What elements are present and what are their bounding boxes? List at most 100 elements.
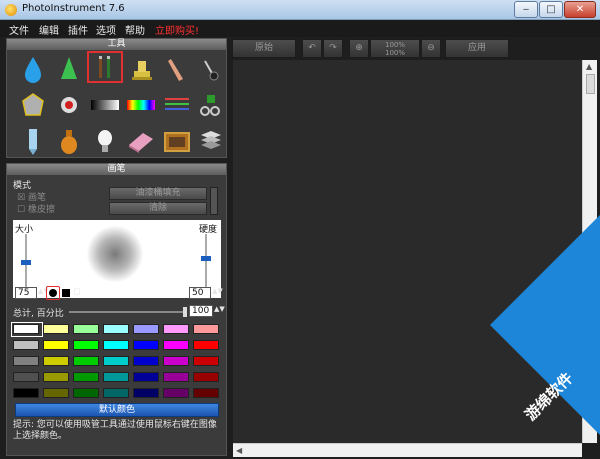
menu-options[interactable]: 选项 [96,22,116,37]
opacity-slider[interactable] [69,311,187,313]
horizontal-scrollbar[interactable]: ◀ [233,443,582,457]
tube-tool-icon[interactable] [15,125,51,157]
color-swatch[interactable] [133,324,159,334]
color-swatch[interactable] [73,324,99,334]
scissors-tool-icon[interactable] [193,89,229,121]
hardness-slider[interactable] [205,234,207,290]
color-swatch[interactable] [163,340,189,350]
layers-text-tool-icon[interactable] [193,125,229,157]
bulb-tool-icon[interactable] [87,125,123,157]
hardness-slider-handle[interactable] [201,256,211,261]
drop-tool-icon[interactable] [15,53,51,85]
menu-buy-now[interactable]: 立即购买! [155,22,199,37]
zoom-in-button[interactable]: ⊕ [349,39,369,58]
opacity-spin-arrows[interactable]: ▲▼ [214,305,225,313]
menu-bar: 文件 编辑 插件 选项 帮助 立即购买! [0,20,600,37]
minimize-button[interactable]: ‒ [514,1,538,18]
redo-icon: ↷ [329,43,337,53]
color-swatch[interactable] [73,372,99,382]
image-canvas[interactable] [233,60,582,456]
color-swatch[interactable] [163,356,189,366]
opacity-value-input[interactable]: 100 [189,305,213,317]
color-swatch[interactable] [73,340,99,350]
color-swatch[interactable] [133,388,159,398]
default-colors-button[interactable]: 默认颜色 [15,403,219,417]
menu-edit[interactable]: 编辑 [39,22,59,37]
selected-swatch-frame [11,322,43,337]
stamp-tool-icon[interactable] [123,53,159,85]
color-swatch[interactable] [43,356,69,366]
redo-button[interactable]: ↷ [323,39,343,58]
color-swatch[interactable] [103,372,129,382]
eraser-mode-label: 橡皮擦 [27,205,55,215]
size-value-input[interactable]: 75 [15,287,37,299]
color-swatch[interactable] [133,340,159,350]
gem-tool-icon[interactable] [15,89,51,121]
color-swatch[interactable] [13,356,39,366]
color-swatch[interactable] [193,324,219,334]
tools-panel: 工具 [6,38,227,158]
zoom-level-text: 100% [384,41,405,49]
color-swatch[interactable] [133,356,159,366]
color-swatch[interactable] [43,388,69,398]
clear-button[interactable]: 清除 [109,202,207,215]
color-swatch[interactable] [103,356,129,366]
menu-file[interactable]: 文件 [9,22,29,37]
zoom-out-icon: ⊖ [427,43,435,53]
square-brush-shape-icon[interactable] [62,289,70,297]
fill-button[interactable]: 油漆桶填充 [109,187,207,200]
cone-tool-icon[interactable] [51,53,87,85]
size-label: 大小 [15,225,34,235]
color-swatch[interactable] [163,324,189,334]
menu-plugins[interactable]: 插件 [68,22,88,37]
eraser-mode-radio[interactable]: ☐ 橡皮擦 [17,202,55,215]
color-swatch[interactable] [163,372,189,382]
color-swatch[interactable] [133,372,159,382]
color-swatch[interactable] [73,356,99,366]
zoom-out-button[interactable]: ⊖ [421,39,441,58]
finger-tool-icon[interactable] [159,53,195,85]
custom-brush-shape-icon[interactable]: ◻ [73,287,80,297]
opacity-slider-handle[interactable] [183,307,187,317]
apply-button[interactable]: 应用 [445,39,509,58]
color-swatch[interactable] [103,388,129,398]
scroll-left-icon[interactable]: ◀ [236,446,242,455]
color-swatch[interactable] [13,340,39,350]
close-button[interactable]: ✕ [564,1,596,18]
mode-scroll[interactable] [210,187,218,215]
gradient-tool-icon[interactable] [87,89,123,121]
brush-tool-icon[interactable] [87,51,123,83]
color-swatch[interactable] [13,372,39,382]
spectrum-tool-icon[interactable] [123,89,159,121]
color-swatch[interactable] [43,324,69,334]
brush-panel: 画笔 模式 ☒ 画笔 ☐ 橡皮擦 油漆桶填充 清除 大小 硬度 75 ▲▼ ◻ … [6,163,227,456]
color-swatch[interactable] [193,388,219,398]
eraser-tool-icon[interactable] [123,125,159,157]
color-swatch[interactable] [193,372,219,382]
color-swatch[interactable] [43,372,69,382]
hardness-spin-arrows[interactable]: ▲▼ [212,287,223,295]
vertical-scroll-thumb[interactable] [586,74,595,94]
round-brush-shape-icon[interactable] [49,289,57,297]
maximize-button[interactable]: □ [539,1,563,18]
color-swatch[interactable] [13,388,39,398]
menu-help[interactable]: 帮助 [125,22,145,37]
original-button[interactable]: 原始 [232,39,296,58]
pin-tool-icon[interactable] [193,53,229,85]
scroll-up-icon[interactable]: ▲ [586,62,592,71]
size-slider-handle[interactable] [21,260,31,265]
color-swatch[interactable] [103,324,129,334]
hardness-value-input[interactable]: 50 [189,287,211,299]
lines-tool-icon[interactable] [159,89,195,121]
undo-button[interactable]: ↶ [302,39,322,58]
photo-frame-tool-icon[interactable] [159,125,195,157]
color-swatch[interactable] [103,340,129,350]
color-swatch[interactable] [43,340,69,350]
color-swatch[interactable] [163,388,189,398]
color-swatch[interactable] [193,340,219,350]
eye-tool-icon[interactable] [51,89,87,121]
app-icon [5,4,17,16]
color-swatch[interactable] [193,356,219,366]
color-swatch[interactable] [73,388,99,398]
vase-tool-icon[interactable] [51,125,87,157]
